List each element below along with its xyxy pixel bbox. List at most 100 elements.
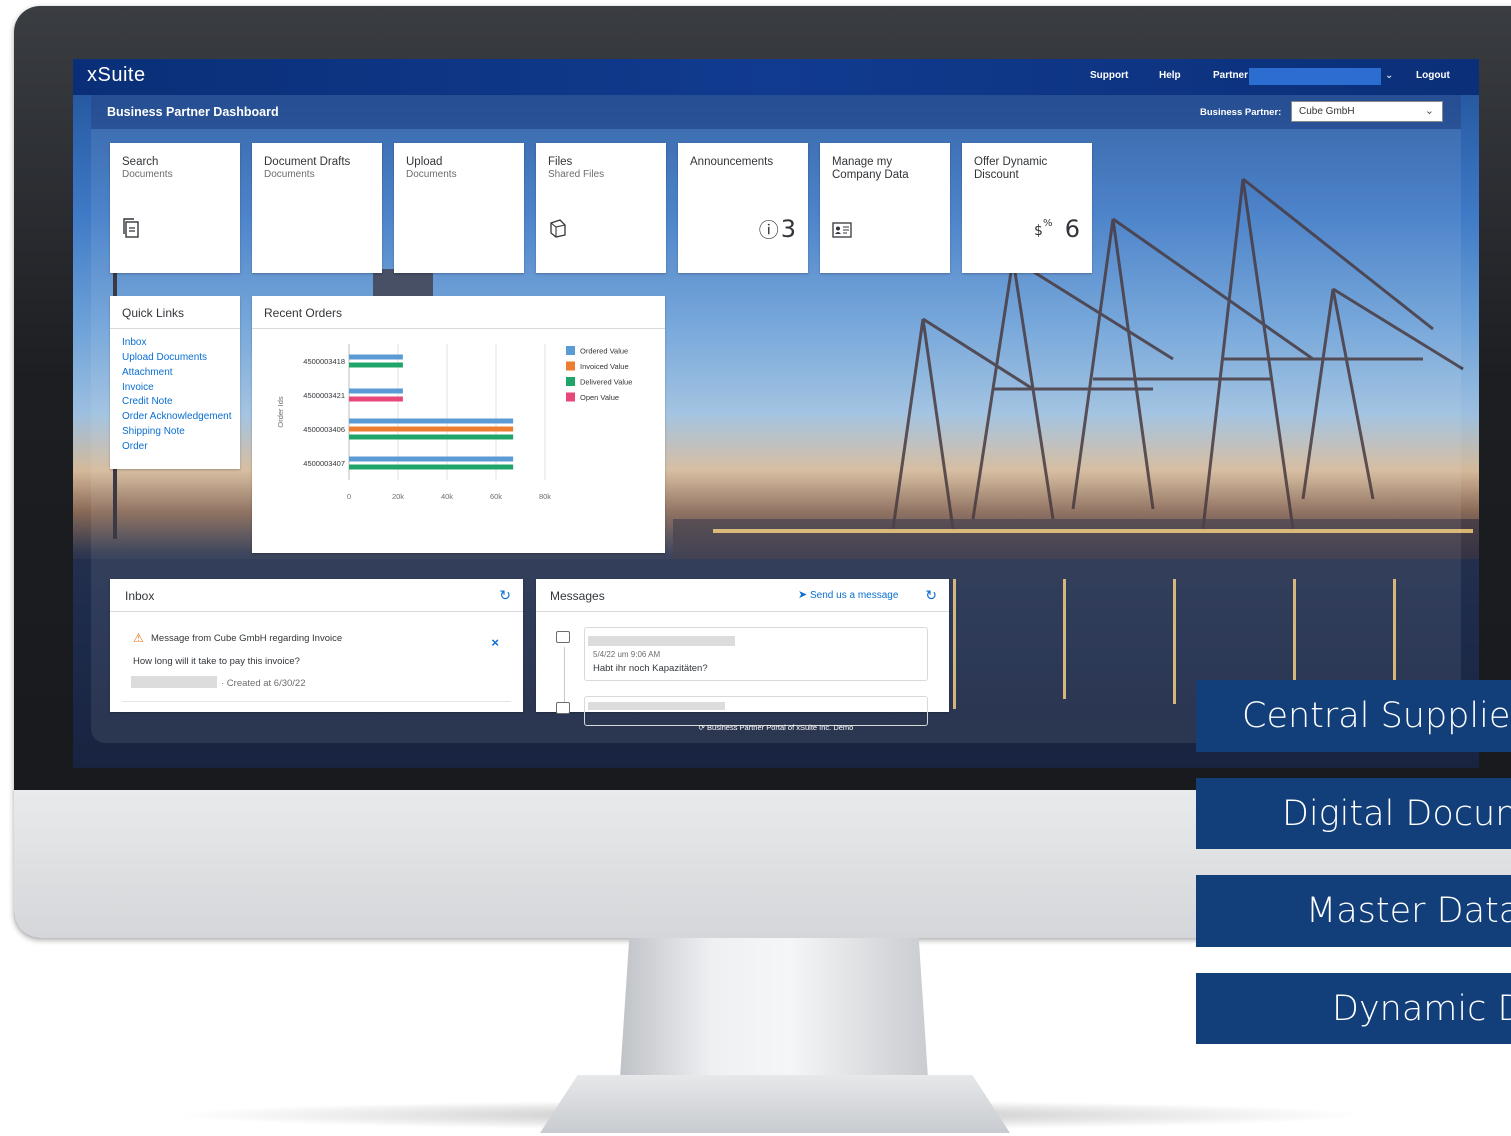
legend-swatch xyxy=(566,377,575,386)
info-icon: ⓘ xyxy=(758,218,779,242)
inbox-message-body: How long will it take to pay this invoic… xyxy=(133,656,300,667)
x-tick-label: 20k xyxy=(392,492,404,501)
x-tick-label: 60k xyxy=(490,492,502,501)
x-tick-label: 40k xyxy=(441,492,453,501)
announcements-count-wrap: ⓘ3 xyxy=(759,214,796,243)
tile-title: Manage my Company Data xyxy=(832,156,909,181)
business-partner-select[interactable]: Cube GmbH ⌄ xyxy=(1291,101,1443,122)
svg-text:$: $ xyxy=(1034,223,1043,237)
divider xyxy=(110,611,523,612)
xsuite-logo[interactable]: xSuite xyxy=(87,64,146,87)
divider xyxy=(122,701,511,702)
promo-bar-central-supplier: Central Supplier C xyxy=(1196,680,1511,752)
quick-link-order[interactable]: Order xyxy=(122,441,148,452)
monitor-screen: xSuite Support Help Partner ⌄ Logout Bus… xyxy=(73,59,1479,768)
legend-swatch xyxy=(566,361,575,371)
promo-bar-digital-documents: Digital Docume xyxy=(1196,778,1511,849)
message-text: Habt ihr noch Kapazitäten? xyxy=(593,663,708,674)
card-title: Quick Links xyxy=(122,306,185,320)
recent-orders-card: Recent Orders 0 20k 40k 60k 80k Order Ids 4500… xyxy=(252,296,665,553)
svg-text:%: % xyxy=(1043,218,1053,229)
refresh-icon[interactable]: ↻ xyxy=(499,587,511,604)
card-title: Inbox xyxy=(125,589,155,603)
tile-title: Announcements xyxy=(690,156,774,168)
quick-link-order-acknowledgement[interactable]: Order Acknowledgement xyxy=(122,411,232,422)
redacted-sender xyxy=(131,676,217,688)
message-item[interactable]: 5/4/22 um 9:06 AM Habt ihr noch Kapazitä… xyxy=(584,627,928,681)
bar xyxy=(349,464,514,470)
tile-upload-documents[interactable]: Upload Documents xyxy=(394,143,524,273)
send-icon: ➤ xyxy=(798,589,808,601)
recent-orders-chart: 0 20k 40k 60k 80k Order Ids 4500003418 45000034… xyxy=(276,344,632,501)
promo-bar-dynamic-discount: Dynamic Di xyxy=(1196,973,1511,1044)
monitor-stand-neck xyxy=(620,938,928,1078)
card-title: Recent Orders xyxy=(264,306,343,320)
xsuite-small-logo-icon: ⟳ xyxy=(698,723,705,732)
tile-subtitle: Documents xyxy=(122,169,173,180)
y-axis-title: Order Ids xyxy=(276,396,285,428)
inbox-message-title[interactable]: Message from Cube GmbH regarding Invoice xyxy=(151,633,342,644)
bar xyxy=(349,354,403,360)
tile-subtitle: Documents xyxy=(264,169,315,180)
tile-search-documents[interactable]: Search Documents xyxy=(110,143,240,273)
quick-link-invoice[interactable]: Invoice xyxy=(122,382,154,393)
card-title: Messages xyxy=(550,589,605,603)
bar xyxy=(349,388,403,394)
tile-announcements[interactable]: Announcements ⓘ3 xyxy=(678,143,808,273)
announcements-count: 3 xyxy=(780,215,796,243)
quick-links-card: Quick Links Inbox Upload Documents Attac… xyxy=(110,296,240,469)
help-link[interactable]: Help xyxy=(1159,70,1181,81)
partner-select[interactable] xyxy=(1249,68,1381,85)
tile-manage-company-data[interactable]: Manage my Company Data xyxy=(820,143,950,273)
legend-label: Invoiced Value xyxy=(580,362,629,371)
y-tick-label: 4500003406 xyxy=(303,425,345,434)
redacted-sender xyxy=(588,636,735,646)
quick-link-credit-note[interactable]: Credit Note xyxy=(122,396,173,407)
discount-count: 6 xyxy=(1064,215,1080,243)
documents-icon xyxy=(122,218,140,243)
business-partner-value: Cube GmbH xyxy=(1299,106,1355,117)
logout-link[interactable]: Logout xyxy=(1416,70,1450,81)
speech-bubble-icon xyxy=(556,702,570,714)
legend-label: Delivered Value xyxy=(580,378,632,387)
discount-count-wrap: $% 6 xyxy=(1034,215,1080,243)
message-item[interactable] xyxy=(584,696,928,726)
quick-link-shipping-note[interactable]: Shipping Note xyxy=(122,426,185,437)
chevron-down-icon: ⌄ xyxy=(1424,105,1434,117)
bar xyxy=(349,418,514,424)
discount-money-icon: $% xyxy=(1034,218,1062,242)
promo-text: Dynamic Di xyxy=(1332,988,1511,1029)
y-tick-label: 4500003421 xyxy=(303,391,345,400)
tile-title: Offer Dynamic Discount xyxy=(974,156,1048,181)
bar xyxy=(349,426,514,432)
divider xyxy=(536,611,949,612)
chevron-down-icon[interactable]: ⌄ xyxy=(1385,70,1393,81)
promo-text: Digital Docume xyxy=(1282,793,1511,834)
quick-link-upload-documents[interactable]: Upload Documents xyxy=(122,352,207,363)
tile-document-drafts[interactable]: Document Drafts Documents xyxy=(252,143,382,273)
legend-label: Open Value xyxy=(580,393,619,402)
inbox-created-date: · Created at 6/30/22 xyxy=(221,678,306,689)
legend-label: Ordered Value xyxy=(580,347,628,356)
tile-title: Search xyxy=(122,156,159,168)
promo-bar-master-data: Master Data S xyxy=(1196,875,1511,947)
send-message-label: Send us a message xyxy=(810,590,899,601)
quick-link-inbox[interactable]: Inbox xyxy=(122,337,146,348)
tile-title: Files xyxy=(548,156,573,168)
y-tick-label: 4500003407 xyxy=(303,459,345,468)
warning-icon: ⚠ xyxy=(133,631,144,645)
footer-text: Business Partner Portal of xSuite Inc. D… xyxy=(707,723,854,732)
quick-link-attachment[interactable]: Attachment xyxy=(122,367,173,378)
support-link[interactable]: Support xyxy=(1090,70,1128,81)
bar xyxy=(349,396,403,402)
speech-bubble-icon xyxy=(556,631,570,643)
refresh-icon[interactable]: ↻ xyxy=(925,587,937,604)
tile-offer-dynamic-discount[interactable]: Offer Dynamic Discount $% 6 xyxy=(962,143,1092,273)
close-icon[interactable]: × xyxy=(491,635,499,650)
monitor-stand-base xyxy=(540,1075,1010,1133)
tile-files-shared[interactable]: Files Shared Files xyxy=(536,143,666,273)
inbox-card: Inbox ↻ ⚠ Message from Cube GmbH regardi… xyxy=(110,579,523,712)
y-tick-label: 4500003418 xyxy=(303,357,345,366)
bar xyxy=(349,434,514,440)
send-message-link[interactable]: ➤ Send us a message xyxy=(798,588,898,601)
